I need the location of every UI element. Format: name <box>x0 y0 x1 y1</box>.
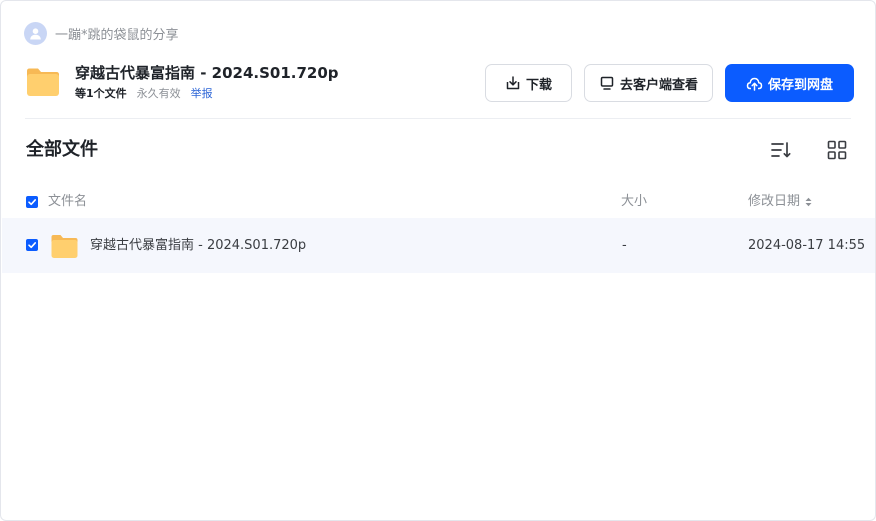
table-row[interactable]: 穿越古代暴富指南 - 2024.S01.720p - 2024-08-17 14… <box>2 218 875 273</box>
column-size-header: 大小 <box>621 193 647 211</box>
column-size-label: 大小 <box>621 194 648 209</box>
validity-text: 永久有效 <box>136 87 181 100</box>
check-icon <box>28 199 36 206</box>
share-title: 穿越古代暴富指南 - 2024.S01.720p <box>75 64 339 82</box>
sharer-name: 一蹦*跳的袋鼠的分享 <box>55 27 179 43</box>
column-name-label: 文件名 <box>48 194 88 209</box>
download-icon <box>506 76 520 90</box>
open-client-label: 去客户端查看 <box>619 77 698 93</box>
row-checkbox[interactable] <box>26 239 38 251</box>
file-name[interactable]: 穿越古代暴富指南 - 2024.S01.720p <box>90 237 306 255</box>
file-count: 等1个文件 <box>75 87 127 100</box>
sharer-info: 一蹦*跳的袋鼠的分享 <box>24 21 179 45</box>
file-modified: 2024-08-17 14:55 <box>748 238 866 253</box>
cloud-upload-icon <box>746 77 763 91</box>
download-label: 下载 <box>525 77 552 93</box>
folder-icon <box>27 68 59 96</box>
column-modified-header[interactable]: 修改日期 <box>748 193 813 211</box>
report-link[interactable]: 举报 <box>191 87 213 101</box>
folder-icon <box>51 235 78 258</box>
open-client-button[interactable]: 去客户端查看 <box>584 64 713 102</box>
share-header: 穿越古代暴富指南 - 2024.S01.720p 等1个文件 永久有效 举报 <box>25 63 339 101</box>
column-name-header: 文件名 <box>26 193 87 211</box>
monitor-icon <box>600 76 614 90</box>
header-divider <box>25 118 851 119</box>
sort-toggle-icon <box>805 197 812 207</box>
sort-icon[interactable] <box>770 139 792 161</box>
download-button[interactable]: 下载 <box>485 64 572 102</box>
column-modified-label: 修改日期 <box>748 194 801 209</box>
save-label: 保存到网盘 <box>767 77 833 93</box>
share-page: 一蹦*跳的袋鼠的分享 穿越古代暴富指南 - 2024.S01.720p 等1个文… <box>0 0 876 521</box>
section-title: 全部文件 <box>26 139 98 160</box>
save-to-drive-button[interactable]: 保存到网盘 <box>725 64 854 102</box>
grid-view-icon[interactable] <box>826 139 848 161</box>
user-icon <box>30 27 41 39</box>
check-icon <box>28 242 36 249</box>
avatar <box>24 21 47 45</box>
select-all-checkbox[interactable] <box>26 196 38 208</box>
file-size: - <box>622 238 627 253</box>
